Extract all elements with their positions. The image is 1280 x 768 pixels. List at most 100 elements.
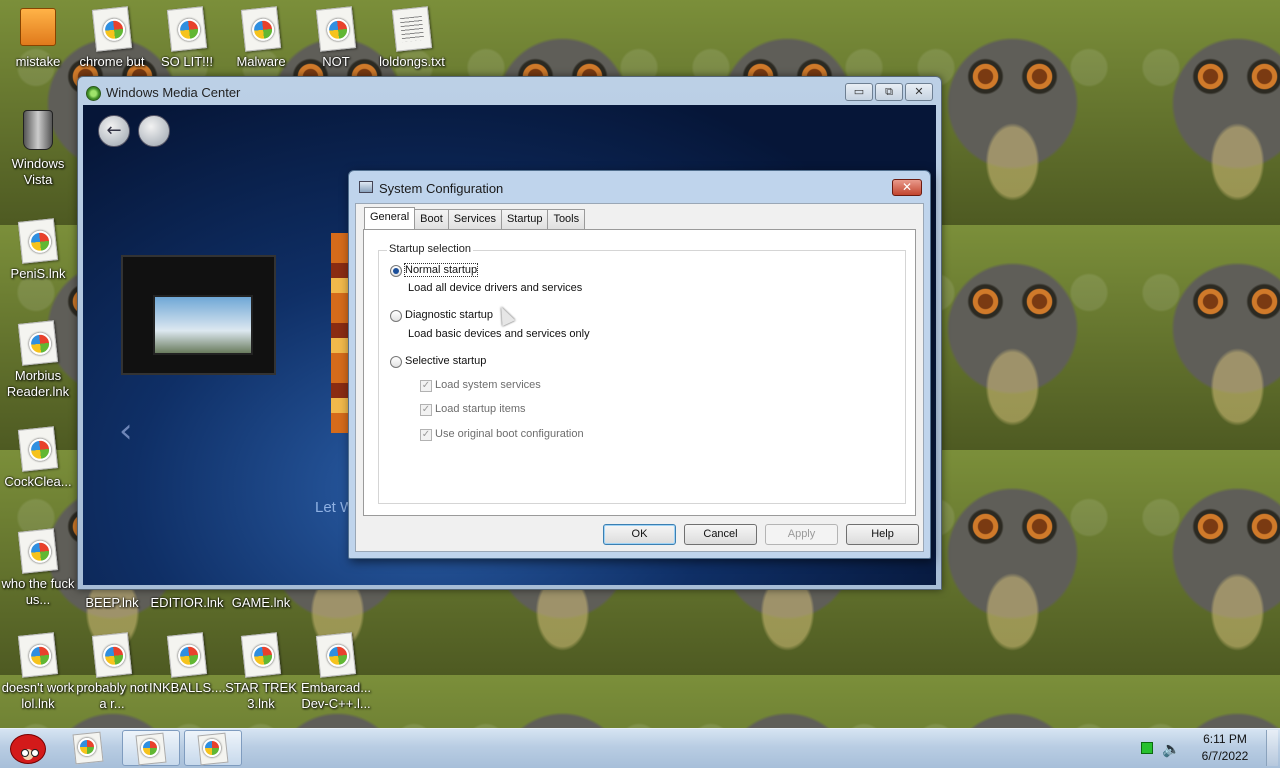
startup-selection-group: Startup selection Normal startup Load al… [378, 243, 906, 504]
desktop-icon-doesnt-work[interactable]: doesn't work lol.lnk [0, 632, 76, 712]
desktop-icon-label: BEEP.lnk [85, 595, 139, 610]
load-startup-items-label: Load startup items [435, 403, 526, 415]
dialog-close-button[interactable]: ✕ [892, 179, 922, 196]
use-original-boot-checkbox[interactable]: ✓ [420, 429, 432, 441]
media-center-logo-icon [86, 86, 101, 101]
shortcut-icon [17, 632, 59, 678]
normal-startup-radio[interactable] [390, 265, 402, 277]
shortcut-icon [315, 632, 357, 678]
desktop-icon-malware[interactable]: Malware [223, 6, 299, 70]
group-label: Startup selection [387, 243, 473, 255]
clock-time: 6:11 PM [1203, 732, 1247, 746]
desktop-icon-who-the[interactable]: who the fuck us... [0, 528, 76, 608]
network-tray-icon[interactable] [1141, 742, 1153, 754]
media-center-title: Windows Media Center [106, 85, 241, 100]
clock-date: 6/7/2022 [1201, 749, 1249, 763]
tab-bar: General Boot Services Startup Tools [364, 207, 586, 229]
restore-button[interactable]: ⧉ [875, 83, 903, 101]
diagnostic-startup-radio[interactable] [390, 310, 402, 322]
desktop-icon-beep[interactable]: BEEP.lnk [74, 595, 150, 611]
desktop-icon-label: CockClea... [4, 474, 72, 489]
desktop-icon-label: mistake [15, 54, 61, 69]
taskbar-clock[interactable]: 6:11 PM 6/7/2022 [1190, 731, 1260, 765]
start-button[interactable] [4, 728, 50, 768]
setup-icon [18, 8, 58, 52]
tab-services[interactable]: Services [447, 209, 502, 229]
cancel-button[interactable]: Cancel [684, 524, 757, 545]
desktop-icon-label: EDITIOR.lnk [150, 595, 224, 610]
tab-general[interactable]: General [364, 207, 416, 229]
dialog-body: General Boot Services Startup Tools Star… [355, 203, 924, 552]
start-orb-button[interactable] [138, 115, 170, 147]
desktop-icon-label: probably not a r... [76, 680, 148, 711]
recycle-bin-icon [18, 110, 58, 154]
shortcut-icon [240, 632, 282, 678]
media-strip-image [331, 233, 349, 433]
desktop-icon-game[interactable]: GAME.lnk [223, 595, 299, 611]
tab-boot[interactable]: Boot [414, 209, 449, 229]
general-tab-panel: Startup selection Normal startup Load al… [363, 229, 916, 516]
desktop-icon-label: Embarcad... Dev-C++.l... [300, 680, 372, 711]
text-file-icon [391, 6, 433, 52]
desktop-icon-label: INKBALLS.... [149, 680, 226, 695]
desktop-icon-embarcadero[interactable]: Embarcad... Dev-C++.l... [298, 632, 374, 712]
desktop-icon-recycle-bin[interactable]: Windows Vista [0, 110, 76, 188]
shortcut-icon [315, 6, 357, 52]
desktop-icon-penis[interactable]: PeniS.lnk [0, 218, 76, 282]
desktop-icon-probably[interactable]: probably not a r... [74, 632, 150, 712]
system-configuration-dialog: System Configuration ✕ General Boot Serv… [348, 170, 931, 559]
selective-startup-radio[interactable] [390, 356, 402, 368]
load-startup-items-checkbox[interactable]: ✓ [420, 404, 432, 416]
desktop-icon-cockclea[interactable]: CockClea... [0, 426, 76, 490]
close-button[interactable]: ✕ [905, 83, 933, 101]
normal-startup-description: Load all device drivers and services [408, 282, 583, 294]
speaker-icon[interactable]: 🔈 [1162, 740, 1181, 758]
selective-startup-label[interactable]: Selective startup [405, 355, 486, 367]
desktop-icon-not[interactable]: NOT [298, 6, 374, 70]
desktop-icon-label: loldongs.txt [379, 54, 445, 69]
taskbar-item-1[interactable] [60, 730, 118, 766]
apply-button[interactable]: Apply [765, 524, 838, 545]
ok-button[interactable]: OK [603, 524, 676, 545]
desktop-icon-chrome-but[interactable]: chrome but [74, 6, 150, 70]
angry-bird-icon [10, 734, 46, 764]
minimize-button[interactable]: ▭ [845, 83, 873, 101]
shortcut-icon [91, 632, 133, 678]
shortcut-icon [17, 218, 59, 264]
desktop-icon-label: NOT [322, 54, 350, 69]
load-system-services-checkbox[interactable]: ✓ [420, 380, 432, 392]
tab-tools[interactable]: Tools [547, 209, 586, 229]
taskbar-item-2[interactable] [122, 730, 180, 766]
shortcut-icon [91, 6, 133, 52]
desktop-icon-label: STAR TREK 3.lnk [225, 680, 297, 711]
show-desktop-button[interactable] [1266, 730, 1278, 766]
back-button[interactable]: ← [98, 115, 130, 147]
desktop-icon-label: GAME.lnk [231, 595, 291, 610]
desktop-icon-label: doesn't work lol.lnk [1, 680, 75, 711]
help-button[interactable]: Help [846, 524, 919, 545]
laptop-image [121, 255, 276, 375]
use-original-boot-label: Use original boot configuration [435, 428, 584, 440]
shortcut-icon [166, 632, 208, 678]
desktop-icon-label: Morbius Reader.lnk [6, 368, 70, 399]
desktop-icon-editior[interactable]: EDITIOR.lnk [149, 595, 225, 611]
media-center-window-controls: ▭ ⧉ ✕ [845, 83, 933, 101]
shortcut-icon [17, 320, 59, 366]
desktop-icon-mistake[interactable]: mistake [0, 8, 76, 70]
desktop-icon-loldongs[interactable]: loldongs.txt [374, 6, 450, 70]
normal-startup-label[interactable]: Normal startup [403, 263, 479, 277]
taskbar-item-3[interactable] [184, 730, 242, 766]
desktop-icon-morbius[interactable]: Morbius Reader.lnk [0, 320, 76, 400]
diagnostic-startup-label[interactable]: Diagnostic startup [405, 309, 493, 321]
previous-arrow[interactable]: ‹ [119, 411, 133, 451]
tab-startup[interactable]: Startup [500, 209, 549, 229]
desktop-icon-label: Malware [236, 54, 286, 69]
dialog-title: System Configuration [379, 181, 504, 196]
desktop-icon-so-lit[interactable]: SO LIT!!! [149, 6, 225, 70]
desktop-icon-label: PeniS.lnk [10, 266, 66, 281]
shortcut-icon [17, 528, 59, 574]
shortcut-icon [166, 6, 208, 52]
desktop-icon-inkballs[interactable]: INKBALLS.... [149, 632, 226, 696]
desktop-icon-star-trek[interactable]: STAR TREK 3.lnk [223, 632, 299, 712]
desktop-icon-label: who the fuck us... [1, 576, 75, 607]
